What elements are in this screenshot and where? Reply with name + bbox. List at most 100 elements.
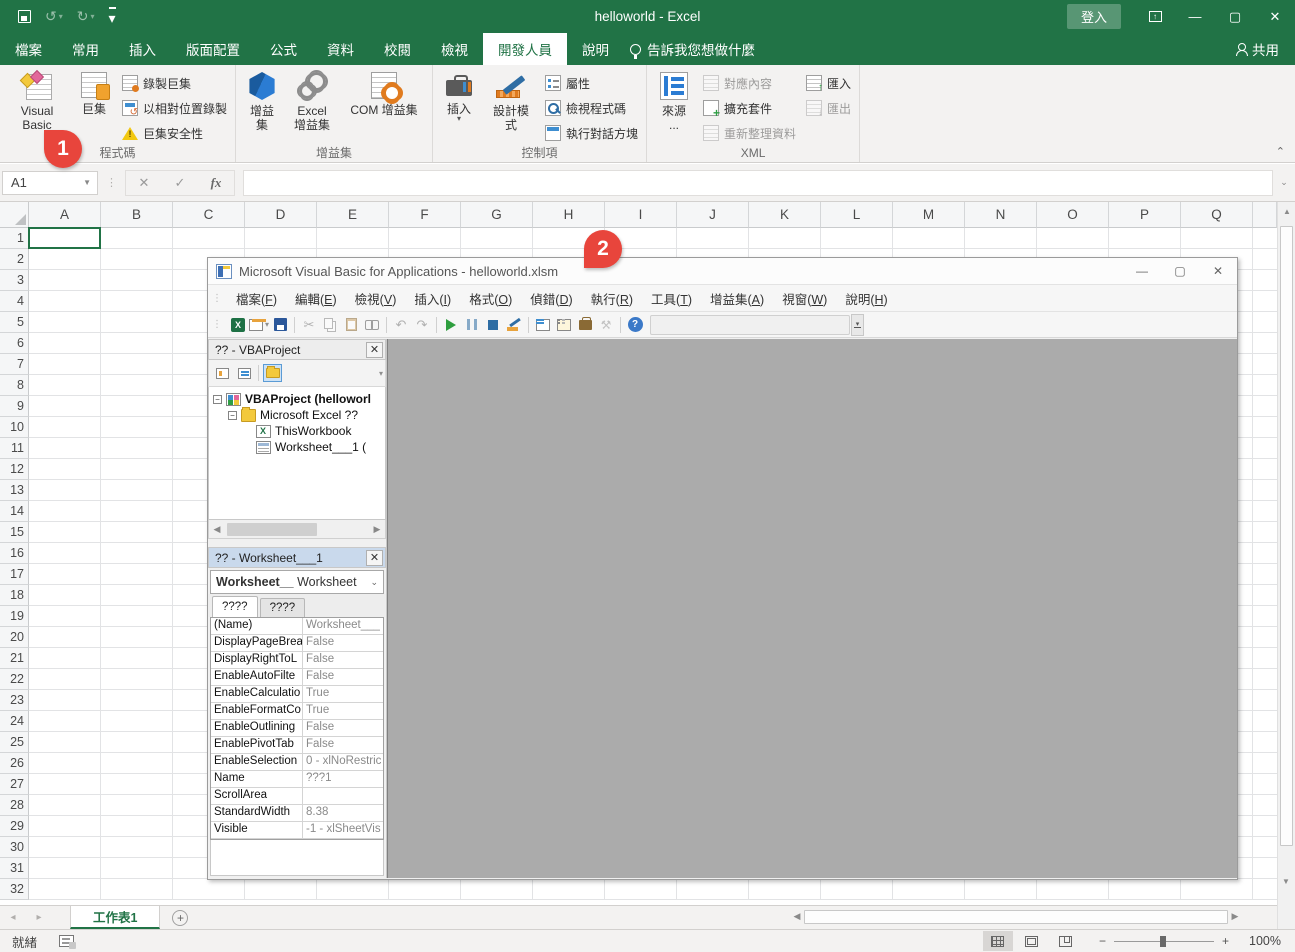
property-row[interactable]: StandardWidth8.38 — [211, 805, 383, 822]
redo-icon[interactable]: ↻▾ — [77, 8, 95, 25]
run-icon[interactable] — [441, 315, 461, 335]
row-header-2[interactable]: 2 — [0, 249, 29, 270]
zoom-slider-thumb[interactable] — [1160, 936, 1166, 947]
tree-node-3[interactable]: Worksheet___1 ( — [209, 439, 385, 455]
undo-icon[interactable]: ↺▾ — [45, 8, 63, 25]
scroll-left-icon[interactable]: ◀ — [209, 524, 225, 535]
row-header-31[interactable]: 31 — [0, 858, 29, 879]
properties-tab-1[interactable]: ???? — [260, 598, 306, 617]
properties-panel-header[interactable]: ?? - Worksheet___1 ✕ — [208, 547, 386, 568]
column-header-J[interactable]: J — [677, 202, 749, 228]
project-panel-header[interactable]: ?? - VBAProject ✕ — [208, 339, 386, 360]
formula-input[interactable] — [243, 170, 1273, 196]
view-code-button[interactable]: 檢視程式碼 — [541, 97, 642, 119]
project-explorer-icon[interactable] — [533, 315, 553, 335]
row-header-25[interactable]: 25 — [0, 732, 29, 753]
property-row[interactable]: ScrollArea — [211, 788, 383, 805]
column-header-L[interactable]: L — [821, 202, 893, 228]
property-value[interactable]: False — [303, 635, 383, 651]
insert-control-button[interactable]: 插入 ▾ — [437, 69, 481, 145]
property-row[interactable]: EnableCalculatioTrue — [211, 686, 383, 703]
close-icon[interactable]: ✕ — [366, 342, 383, 358]
row-header-13[interactable]: 13 — [0, 480, 29, 501]
vba-code-area[interactable] — [387, 339, 1237, 878]
property-row[interactable]: (Name)Worksheet___ — [211, 618, 383, 635]
vba-editor-window[interactable]: Microsoft Visual Basic for Applications … — [207, 257, 1238, 880]
scroll-right-icon[interactable]: ▶ — [369, 524, 385, 535]
collapse-icon[interactable]: − — [228, 411, 237, 420]
vba-menu-2[interactable]: 檢視(V) — [346, 285, 406, 312]
property-value[interactable]: True — [303, 703, 383, 719]
vba-menu-10[interactable]: 說明(H) — [836, 285, 896, 312]
ribbon-tab-3[interactable]: 版面配置 — [171, 33, 255, 65]
column-header-Q[interactable]: Q — [1181, 202, 1253, 228]
design-mode-icon[interactable] — [504, 315, 524, 335]
column-header-F[interactable]: F — [389, 202, 461, 228]
property-value[interactable] — [303, 788, 383, 804]
vba-menu-0[interactable]: 檔案(F) — [227, 285, 286, 312]
row-header-29[interactable]: 29 — [0, 816, 29, 837]
tell-me-box[interactable]: 告訴我您想做什麼 — [630, 33, 755, 65]
reset-icon[interactable] — [483, 315, 503, 335]
column-header-M[interactable]: M — [893, 202, 965, 228]
column-header-H[interactable]: H — [533, 202, 605, 228]
addins-button[interactable]: 增益集 — [240, 69, 284, 145]
enter-icon[interactable]: ✓ — [162, 171, 198, 195]
column-header-K[interactable]: K — [749, 202, 821, 228]
zoom-in-icon[interactable]: + — [1222, 934, 1229, 948]
row-header-10[interactable]: 10 — [0, 417, 29, 438]
horizontal-scroll-thumb[interactable] — [804, 910, 1228, 924]
ribbon-tab-9[interactable]: 說明 — [567, 33, 624, 65]
macros-button[interactable]: 巨集 — [72, 69, 116, 145]
column-header-C[interactable]: C — [173, 202, 245, 228]
ribbon-tab-5[interactable]: 資料 — [312, 33, 369, 65]
row-header-14[interactable]: 14 — [0, 501, 29, 522]
view-object-icon[interactable] — [235, 364, 254, 382]
property-value[interactable]: -1 - xlSheetVis — [303, 822, 383, 838]
row-header-19[interactable]: 19 — [0, 606, 29, 627]
scroll-right-icon[interactable]: ▶ — [1228, 911, 1242, 922]
row-header-11[interactable]: 11 — [0, 438, 29, 459]
property-value[interactable]: False — [303, 737, 383, 753]
design-mode-button[interactable]: 設計模式 — [483, 69, 539, 145]
column-header-E[interactable]: E — [317, 202, 389, 228]
scroll-up-icon[interactable]: ▲ — [1278, 202, 1295, 220]
ribbon-tab-2[interactable]: 插入 — [114, 33, 171, 65]
tree-node-1[interactable]: −Microsoft Excel ?? — [209, 407, 385, 423]
property-value[interactable]: 8.38 — [303, 805, 383, 821]
object-combo[interactable]: Worksheet__ Worksheet ⌄ — [210, 570, 384, 594]
row-header-6[interactable]: 6 — [0, 333, 29, 354]
ribbon-display-options-icon[interactable]: ↑ — [1135, 0, 1175, 33]
save-icon[interactable] — [18, 10, 31, 23]
collapse-ribbon-icon[interactable]: ⌃ — [1276, 145, 1285, 158]
row-header-9[interactable]: 9 — [0, 396, 29, 417]
properties-window-icon[interactable] — [554, 315, 574, 335]
view-excel-icon[interactable]: X — [228, 315, 248, 335]
row-header-24[interactable]: 24 — [0, 711, 29, 732]
zoom-slider[interactable] — [1114, 941, 1214, 942]
vba-menu-6[interactable]: 執行(R) — [582, 285, 642, 312]
column-header-I[interactable]: I — [605, 202, 677, 228]
sign-in-button[interactable]: 登入 — [1067, 4, 1121, 29]
previous-sheet-icon[interactable]: ◂ — [0, 906, 26, 929]
property-value[interactable]: False — [303, 652, 383, 668]
property-value[interactable]: False — [303, 669, 383, 685]
row-header-20[interactable]: 20 — [0, 627, 29, 648]
row-header-1[interactable]: 1 — [0, 228, 29, 249]
view-code-icon[interactable] — [213, 364, 232, 382]
vba-close-button[interactable]: ✕ — [1199, 258, 1237, 284]
chevron-down-icon[interactable]: ⌄ — [370, 577, 383, 588]
close-button[interactable]: ✕ — [1255, 0, 1295, 33]
com-addins-button[interactable]: COM 增益集 — [340, 69, 428, 145]
row-header-17[interactable]: 17 — [0, 564, 29, 585]
vba-title-bar[interactable]: Microsoft Visual Basic for Applications … — [208, 258, 1237, 285]
column-header-O[interactable]: O — [1037, 202, 1109, 228]
property-row[interactable]: EnableOutliningFalse — [211, 720, 383, 737]
close-icon[interactable]: ✕ — [366, 550, 383, 566]
row-header-30[interactable]: 30 — [0, 837, 29, 858]
maximize-button[interactable]: ▢ — [1215, 0, 1255, 33]
row-header-18[interactable]: 18 — [0, 585, 29, 606]
relative-references-button[interactable]: 以相對位置錄製 — [118, 97, 231, 119]
tree-node-2[interactable]: ThisWorkbook — [209, 423, 385, 439]
macro-security-button[interactable]: 巨集安全性 — [118, 122, 231, 144]
